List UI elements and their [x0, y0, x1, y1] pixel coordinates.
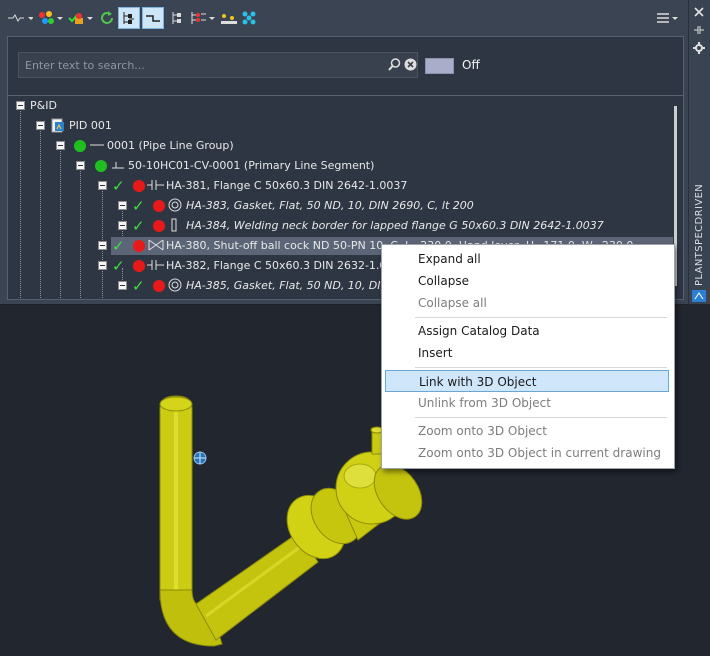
- toolbar: [4, 4, 684, 32]
- status-dot-green: [95, 160, 107, 172]
- search-icon[interactable]: [388, 58, 401, 74]
- tree-row-label: HA-381, Flange C 50x60.3 DIN 2642-1.0037: [166, 179, 408, 192]
- menu-item-zoom-onto-3d-object-current-drawing: Zoom onto 3D Object in current drawing: [418, 446, 661, 460]
- gasket-icon: [168, 198, 182, 215]
- flange-icon: [147, 178, 165, 195]
- tree-row-label: 50-10HC01-CV-0001 (Primary Line Segment): [128, 159, 375, 172]
- refresh-icon[interactable]: [96, 7, 118, 29]
- connector-icon[interactable]: [142, 7, 164, 29]
- status-dot-green: [74, 140, 86, 152]
- menu-item-zoom-onto-3d-object: Zoom onto 3D Object: [418, 424, 547, 438]
- menu-item-assign-catalog-data[interactable]: Assign Catalog Data: [385, 320, 669, 342]
- close-icon[interactable]: [693, 24, 705, 39]
- checkmark-icon: ✓: [112, 237, 125, 255]
- tree-row[interactable]: ✓ HA-383, Gasket, Flat, 50 ND, 10, DIN 2…: [8, 196, 673, 216]
- gasket-icon: [168, 278, 182, 295]
- status-dot-red: [133, 260, 145, 272]
- settings-icon[interactable]: [693, 42, 705, 57]
- tree-row[interactable]: 50-10HC01-CV-0001 (Primary Line Segment): [8, 156, 673, 176]
- collapse-toggle[interactable]: [36, 121, 45, 130]
- checkmark-icon: ✓: [112, 257, 125, 275]
- tree-row-label: HA-383, Gasket, Flat, 50 ND, 10, DIN 269…: [186, 199, 474, 212]
- collapse-toggle[interactable]: [98, 181, 107, 190]
- tree-row-label: HA-382, Flange C 50x60.3 DIN 2632-1.0037: [166, 259, 408, 272]
- tree-row-label: HA-384, Welding neck border for lapped f…: [186, 219, 604, 232]
- collapse-toggle[interactable]: [16, 101, 25, 110]
- tag-icon[interactable]: [66, 7, 94, 29]
- search-bar: Off: [7, 36, 684, 96]
- tree-row-label: P&ID: [30, 99, 57, 112]
- checkmark-icon: ✓: [132, 217, 145, 235]
- tree-row[interactable]: ✓ HA-384, Welding neck border for lapped…: [8, 216, 673, 236]
- tree-row-label: PID 001: [69, 119, 112, 132]
- filter-toggle-label: Off: [462, 58, 480, 72]
- ball-valve-icon: [148, 238, 164, 255]
- molecule-icon[interactable]: [238, 7, 260, 29]
- status-dot-red: [153, 220, 165, 232]
- drawing-icon: [50, 118, 66, 137]
- palette-logo-icon: [692, 290, 706, 305]
- welding-neck-icon: [170, 218, 180, 235]
- tree-view-icon[interactable]: [118, 7, 140, 29]
- list-tree-icon[interactable]: [188, 7, 216, 29]
- line-icon: [90, 138, 104, 155]
- search-box: [18, 52, 418, 78]
- menu-item-insert[interactable]: Insert: [385, 342, 669, 364]
- search-input[interactable]: [25, 57, 365, 73]
- collapse-toggle[interactable]: [118, 221, 127, 230]
- status-dot-red: [133, 180, 145, 192]
- menu-item-link-with-3d-object[interactable]: Link with 3D Object: [385, 370, 669, 392]
- palette-title: PLANTSPECDRIVEN: [694, 183, 705, 287]
- tree-row[interactable]: ✓ HA-381, Flange C 50x60.3 DIN 2642-1.00…: [8, 176, 673, 196]
- ucs-marker-icon: [193, 451, 207, 465]
- menu-item-unlink-from-3d-object: Unlink from 3D Object: [418, 396, 551, 410]
- menu-separator: [415, 417, 667, 418]
- tree-row-label: 0001 (Pipe Line Group): [107, 139, 234, 152]
- checkmark-icon: ✓: [112, 177, 125, 195]
- color-nodes-icon[interactable]: [36, 7, 64, 29]
- segment-icon: [111, 158, 125, 175]
- collapse-toggle[interactable]: [118, 201, 127, 210]
- hierarchy-icon[interactable]: [166, 7, 188, 29]
- checkmark-icon: ✓: [132, 277, 145, 295]
- menu-item-expand-all[interactable]: Expand all: [385, 248, 669, 270]
- filter-toggle-switch[interactable]: [425, 58, 454, 74]
- tree-row[interactable]: 0001 (Pipe Line Group): [8, 136, 673, 156]
- clear-icon[interactable]: [404, 58, 417, 74]
- menu-item-collapse[interactable]: Collapse: [385, 270, 669, 292]
- checkmark-icon: ✓: [132, 197, 145, 215]
- pin-icon[interactable]: [693, 6, 705, 21]
- collapse-toggle[interactable]: [118, 281, 127, 290]
- menu-item-collapse-all: Collapse all: [418, 296, 487, 310]
- collapse-toggle[interactable]: [98, 241, 107, 250]
- status-dot-red: [153, 200, 165, 212]
- tree-row[interactable]: P&ID: [8, 96, 673, 116]
- menu-separator: [415, 317, 667, 318]
- collapse-toggle[interactable]: [98, 261, 107, 270]
- status-dot-red: [133, 240, 145, 252]
- status-dot-red: [153, 280, 165, 292]
- menu-separator: [415, 367, 667, 368]
- line-dropdown-icon[interactable]: [6, 7, 34, 29]
- palette-side-strip: PLANTSPECDRIVEN: [689, 0, 710, 304]
- ducks-icon[interactable]: [218, 7, 240, 29]
- collapse-toggle[interactable]: [76, 161, 85, 170]
- flange-icon: [147, 258, 165, 275]
- collapse-toggle[interactable]: [56, 141, 65, 150]
- tree-row[interactable]: PID 001: [8, 116, 673, 136]
- hamburger-menu-icon[interactable]: [654, 7, 680, 29]
- context-menu: Expand all Collapse Collapse all Assign …: [381, 244, 675, 469]
